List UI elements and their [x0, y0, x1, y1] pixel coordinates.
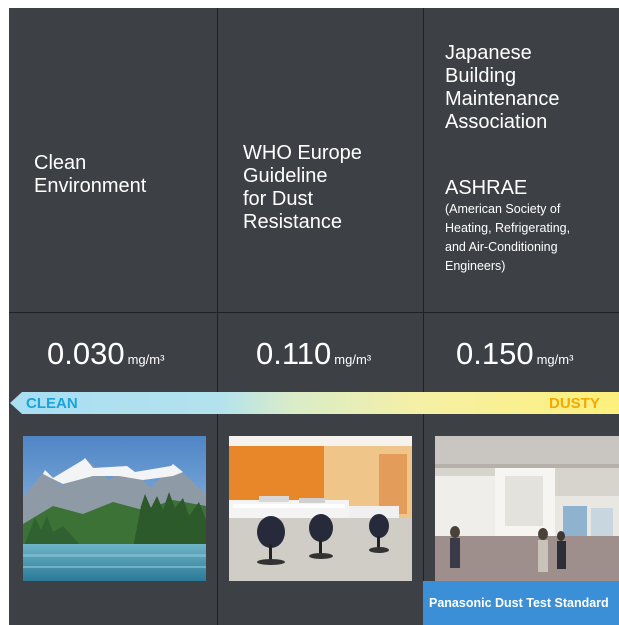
value-unit: mg/m³: [536, 352, 574, 367]
column-heading-clean-environment: Clean Environment: [34, 152, 147, 197]
clean-dusty-scale-bar: [22, 392, 619, 414]
value-number: 0.030: [47, 336, 125, 371]
column-divider: [217, 8, 218, 625]
value-who-europe: 0.110 mg/m³: [256, 336, 371, 372]
value-clean-environment: 0.030 mg/m³: [47, 336, 164, 372]
clean-label: CLEAN: [26, 395, 78, 412]
ashrae-full-name: (American Society of Heating, Refrigerat…: [445, 202, 571, 273]
office-photo: [229, 436, 412, 581]
value-unit: mg/m³: [127, 352, 165, 367]
value-ashrae: 0.150 mg/m³: [456, 336, 573, 372]
column-heading-who-europe: WHO Europe Guideline for Dust Resistance: [243, 142, 362, 233]
column-divider: [423, 8, 424, 625]
dusty-label: DUSTY: [549, 395, 600, 412]
column-heading-ashrae: ASHRAE: [445, 177, 528, 199]
value-unit: mg/m³: [334, 352, 372, 367]
exhibition-hall-photo: [435, 436, 619, 581]
scale-arrow-icon: [10, 392, 22, 414]
value-number: 0.150: [456, 336, 534, 371]
column-heading-japanese-building: Japanese Building Maintenance Associatio…: [445, 42, 560, 133]
value-number: 0.110: [256, 336, 332, 371]
panasonic-dust-test-standard-badge: Panasonic Dust Test Standard: [423, 581, 619, 625]
mountain-lake-photo: [23, 436, 206, 581]
row-divider: [9, 312, 619, 313]
